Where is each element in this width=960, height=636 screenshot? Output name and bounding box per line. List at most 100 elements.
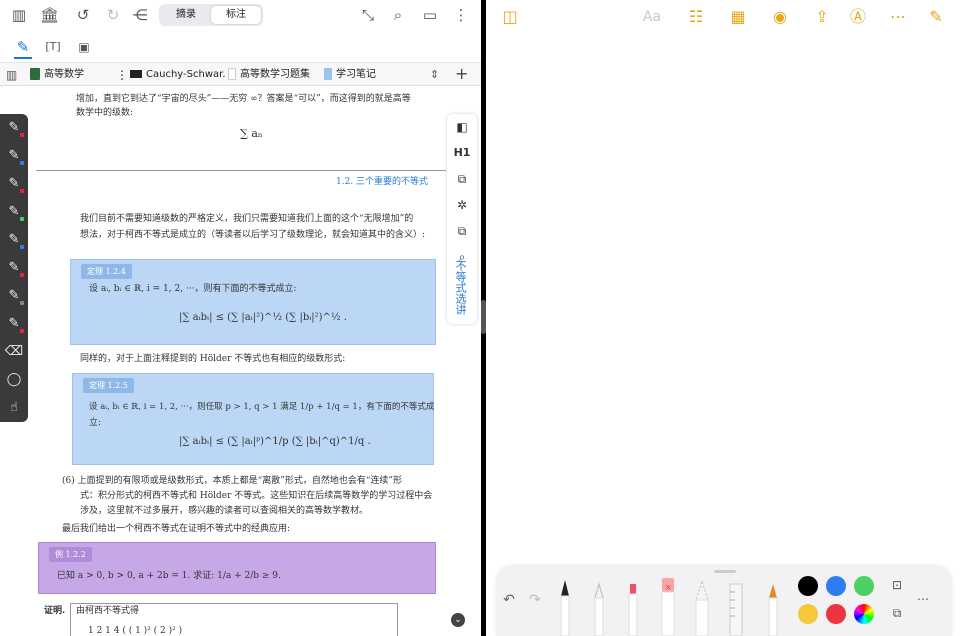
pen-mode-icon[interactable]: ✎: [14, 38, 32, 56]
palette-grabber[interactable]: [714, 570, 736, 573]
image-mode-icon[interactable]: ▣: [75, 38, 93, 56]
sidebar-toggle-icon[interactable]: ◫: [500, 7, 520, 27]
pen-tool-3-icon[interactable]: ✎: [4, 174, 24, 194]
color-red-swatch[interactable]: [826, 604, 846, 624]
camera-icon[interactable]: ◉: [770, 7, 790, 27]
pencil-tool-icon[interactable]: [766, 578, 780, 636]
excerpt-mode-button[interactable]: 摘录: [161, 6, 211, 24]
tab-label: 高等数学: [44, 69, 84, 80]
tab-exercise-book[interactable]: 高等数学习题集: [228, 63, 324, 87]
proof-text: 由柯西不等式得: [76, 606, 140, 616]
pen-tool-6-icon[interactable]: ✎: [4, 258, 24, 278]
document-tabs: ▥ 高等数学 ⋮ Cauchy-Schwar... 高等数学习题集 学习笔记 ⇕: [0, 62, 481, 86]
theorem-text: 设 aᵢ, bᵢ ∈ ℝ, i = 1, 2, ···，则有下面的不等式成立:: [89, 284, 297, 294]
heading-h1-icon[interactable]: H1: [453, 144, 471, 162]
checklist-icon[interactable]: ☷: [686, 7, 706, 27]
add-tab-icon[interactable]: +: [455, 64, 468, 83]
annotate-mode-button[interactable]: 标注: [211, 6, 261, 24]
pen-tool-7-icon[interactable]: ✎: [4, 286, 24, 306]
color-picker-swatch[interactable]: [854, 604, 874, 624]
compose-icon[interactable]: ✎: [926, 7, 946, 27]
proof-label: 证明.: [44, 606, 66, 616]
fullscreen-icon[interactable]: ⤡: [359, 6, 377, 24]
redo-icon[interactable]: ↻: [104, 6, 122, 24]
text-mode-icon[interactable]: [T]: [44, 38, 62, 56]
tab-sort-icon[interactable]: ⇕: [430, 63, 442, 87]
text-line: 增加，直到它到达了“宇宙的尽头”——无穷 ∞？答案是“可以”，而这得到的就是高等: [76, 94, 411, 104]
hand-icon[interactable]: ☝: [4, 398, 24, 418]
pen-tool-1-icon[interactable]: ✎: [4, 118, 24, 138]
text-line: 同样的，对于上面注释提到的 Hölder 不等式也有相应的级数形式:: [80, 354, 346, 364]
text-box-icon[interactable]: ⊡: [888, 578, 906, 594]
bookmark-icon[interactable]: ▭: [421, 6, 439, 24]
tab-cauchy-schwarz[interactable]: Cauchy-Schwar...: [130, 63, 226, 87]
copy-icon[interactable]: ⧉: [453, 222, 471, 240]
translate-icon[interactable]: ⧉: [453, 170, 471, 188]
notes-app-pane: ◫ Aa ☷ ▦ ◉ ⇪ Ⓐ ⋯ ✎ ↶ ↷ × ⊡ ⧉ ⋯: [486, 0, 960, 636]
ruler-tool-icon[interactable]: [728, 578, 744, 636]
book-icon: [30, 68, 40, 80]
text-line: 最后我们给出一个柯西不等式在证明不等式中的经典应用:: [62, 524, 291, 534]
theorem-box-2[interactable]: 定理 1.2.5 设 aᵢ, bᵢ ∈ ℝ, i = 1, 2, ···，则任取…: [72, 373, 434, 465]
undo-drawing-icon[interactable]: ↶: [500, 592, 518, 610]
color-blue-swatch[interactable]: [826, 576, 846, 596]
more-options-icon[interactable]: ⋯: [888, 7, 908, 27]
markup-icon[interactable]: Ⓐ: [848, 7, 868, 27]
text-line: 想法，对于柯西不等式是成立的（等读者以后学习了级数理论，就会知道其中的含义）:: [80, 230, 426, 240]
svg-text:×: ×: [665, 583, 672, 592]
tab-label: 高等数学习题集: [240, 69, 310, 80]
table-icon[interactable]: ▦: [728, 7, 748, 27]
highlighter-tool-icon[interactable]: [626, 578, 640, 636]
share-icon[interactable]: ⇪: [812, 7, 832, 27]
settings-icon[interactable]: ✲: [453, 196, 471, 214]
mode-segmented-control: 摘录 标注: [159, 4, 263, 26]
pen-tool-icon[interactable]: [558, 578, 572, 636]
left-app-pane: ▥ 🏛 ↺ ↻ ⋲ 摘录 标注 ⤡ ⌕ ▭ ⋮ ✎ [T] ▣ ▥ 高等数学 ⋮…: [0, 0, 481, 636]
example-box[interactable]: 例 1.2.2 已知 a > 0, b > 0, a + 2b = 1. 求证:…: [38, 542, 436, 594]
color-black-swatch[interactable]: [798, 576, 818, 596]
notes-icon: [324, 68, 332, 80]
scroll-down-icon[interactable]: ⌄: [451, 613, 465, 627]
redo-drawing-icon[interactable]: ↷: [526, 592, 544, 610]
theorem-box-1[interactable]: 定理 1.2.4 设 aᵢ, bᵢ ∈ ℝ, i = 1, 2, ···，则有下…: [70, 259, 436, 345]
color-yellow-swatch[interactable]: [798, 604, 818, 624]
more-icon[interactable]: ⋮: [452, 6, 470, 24]
panel-icon[interactable]: ◧: [453, 118, 471, 136]
tab-list-icon[interactable]: ▥: [6, 63, 22, 87]
tab-gaodeng-shuxue[interactable]: 高等数学: [30, 63, 118, 87]
shapes-icon[interactable]: ⧉: [888, 606, 906, 622]
eraser-icon[interactable]: ⌫: [4, 342, 24, 362]
outline-vertical-tab[interactable]: 不等式选讲: [449, 248, 471, 326]
marker-tool-icon[interactable]: [592, 578, 606, 636]
color-green-swatch[interactable]: [854, 576, 874, 596]
lasso-tool-icon[interactable]: [694, 578, 710, 636]
library-icon[interactable]: 🏛: [40, 6, 59, 24]
tab-study-notes[interactable]: 学习笔记: [324, 63, 420, 87]
undo-icon[interactable]: ↺: [74, 6, 92, 24]
tab-label: Cauchy-Schwar...: [146, 69, 226, 80]
text-line: 我们目前不需要知道级数的严格定义，我们只需要知道我们上面的这个“无限增加”的: [80, 214, 414, 224]
tab-label: 学习笔记: [336, 69, 376, 80]
pen-tool-2-icon[interactable]: ✎: [4, 146, 24, 166]
text-line: 数学中的级数:: [76, 108, 134, 118]
pen-toolbar: ✎ ✎ ✎ ✎ ✎ ✎ ✎ ✎ ⌫ ◯ ☝: [0, 114, 28, 422]
palette-more-icon[interactable]: ⋯: [914, 592, 932, 608]
tab-menu-icon[interactable]: ⋮: [116, 63, 124, 87]
pdf-page: 增加，直到它到达了“宇宙的尽头”——无穷 ∞？答案是“可以”，而这得到的就是高等…: [36, 86, 446, 636]
theorem-formula: |∑ aᵢbᵢ| ≤ (∑ |aᵢ|ᵖ)^1/p (∑ |bᵢ|^q)^1/q …: [179, 436, 371, 447]
eraser-tool-icon[interactable]: ×: [660, 578, 676, 636]
mindmap-icon[interactable]: ⋲: [131, 6, 149, 24]
doc-icon: [228, 68, 236, 80]
search-doc-icon[interactable]: ⌕: [389, 6, 407, 24]
theorem-text: 立:: [89, 418, 102, 428]
active-mode-indicator: [14, 57, 32, 59]
text-line: (6) 上面提到的有限项或是级数形式，本质上都是“离散”形式，自然地也会有“连续…: [62, 476, 403, 486]
lasso-icon[interactable]: ◯: [4, 370, 24, 390]
pen-tool-8-icon[interactable]: ✎: [4, 314, 24, 334]
annotation-mode-row: ✎ [T] ▣: [0, 30, 481, 60]
pen-tool-4-icon[interactable]: ✎: [4, 202, 24, 222]
sidebar-icon[interactable]: ▥: [10, 6, 28, 24]
pen-tool-5-icon[interactable]: ✎: [4, 230, 24, 250]
theorem-formula: |∑ aᵢbᵢ| ≤ (∑ |aᵢ|²)^½ (∑ |bᵢ|²)^½ .: [179, 312, 347, 323]
format-text-icon[interactable]: Aa: [642, 7, 662, 27]
